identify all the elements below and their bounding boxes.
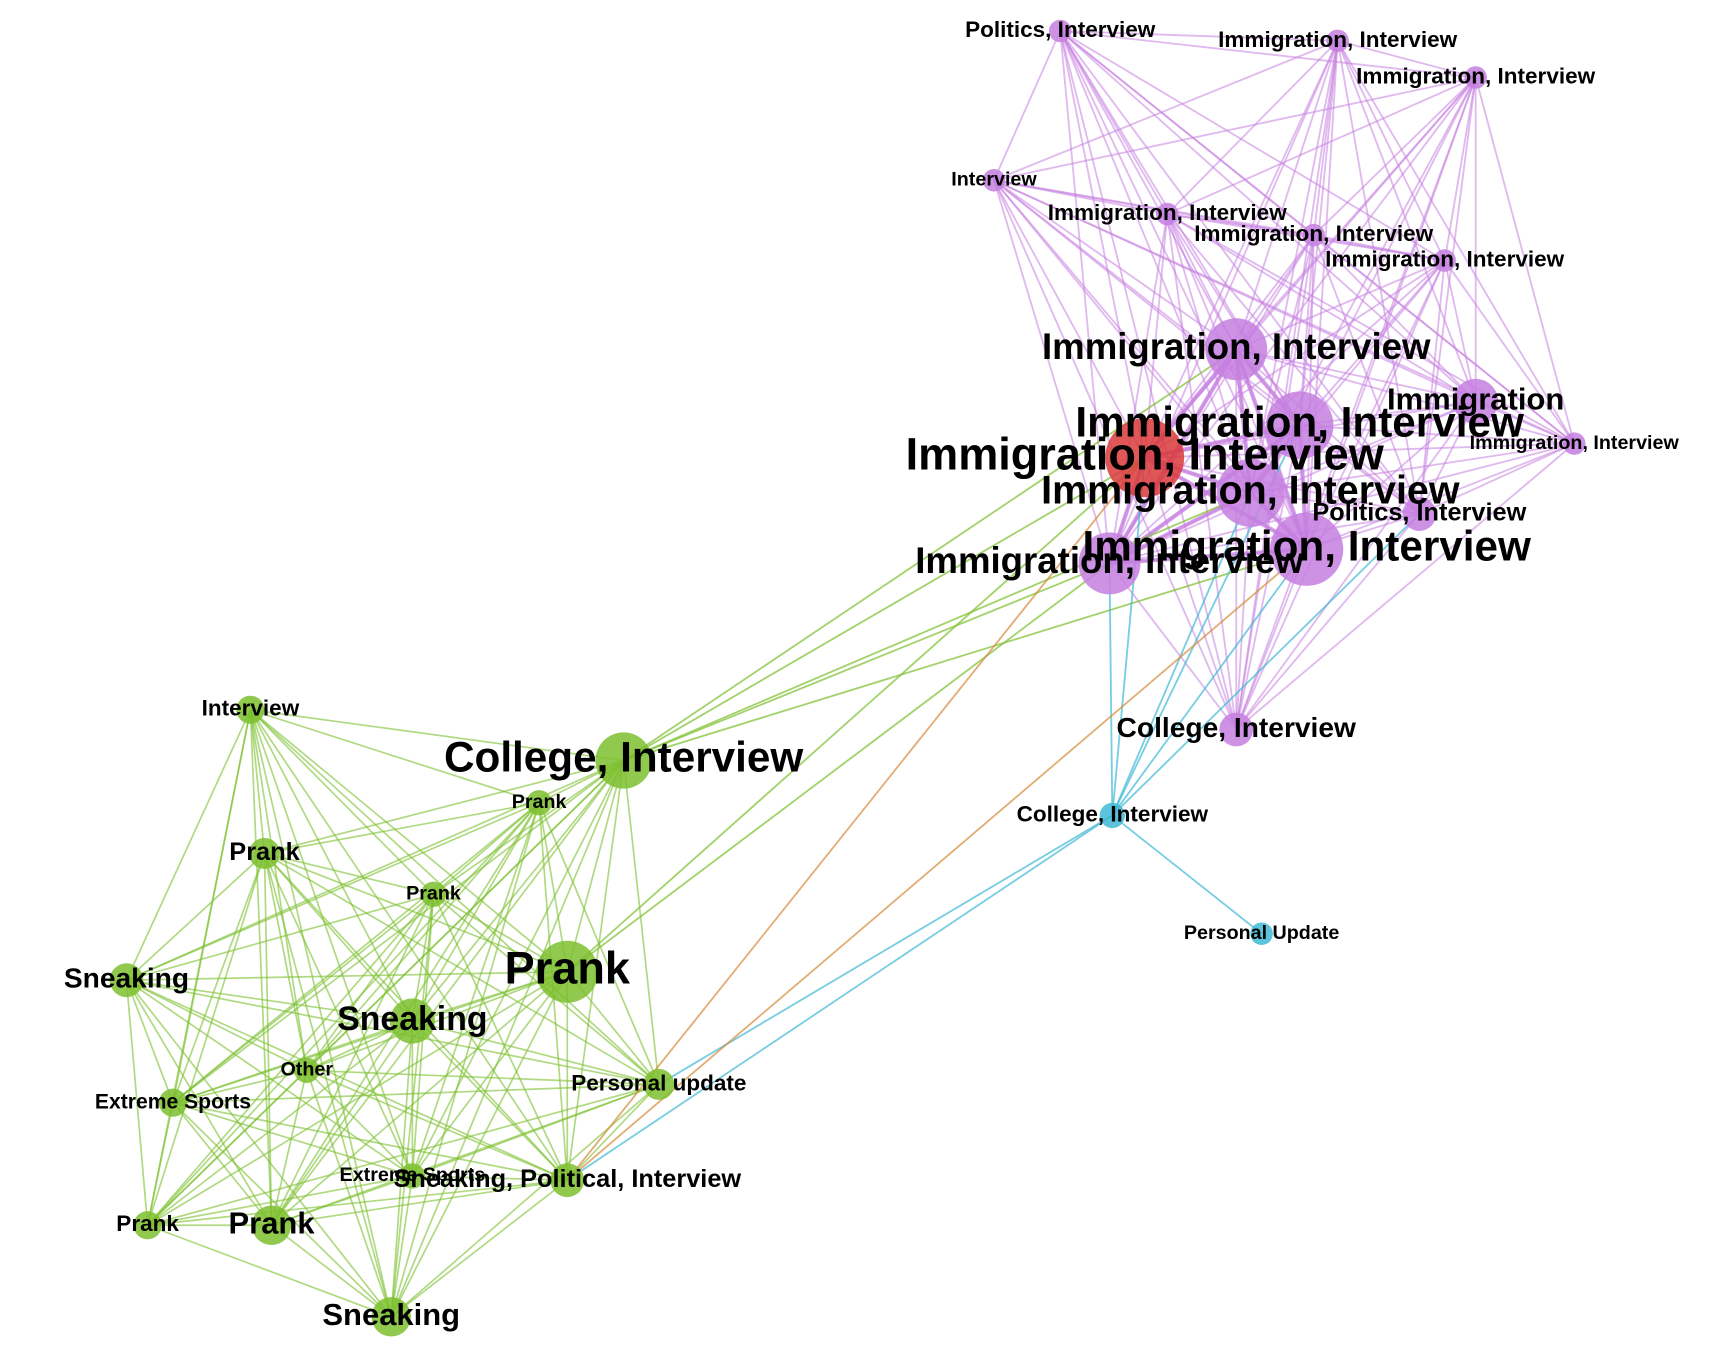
- graph-node[interactable]: [1326, 30, 1349, 53]
- edge: [391, 1180, 567, 1317]
- network-graph[interactable]: Politics, InterviewImmigration, Intervie…: [0, 0, 1712, 1352]
- graph-node[interactable]: [1079, 532, 1141, 594]
- graph-node[interactable]: [236, 696, 264, 724]
- graph-node[interactable]: [1049, 20, 1072, 43]
- edges-layer: [126, 31, 1574, 1317]
- edge: [173, 1103, 567, 1180]
- graph-node[interactable]: [1266, 392, 1334, 460]
- edge: [307, 1070, 568, 1180]
- edge: [148, 1103, 173, 1226]
- edge: [250, 710, 539, 803]
- graph-node[interactable]: [1563, 432, 1586, 455]
- edge: [265, 853, 307, 1070]
- graph-node[interactable]: [1217, 459, 1285, 527]
- edge: [265, 803, 540, 854]
- edge: [250, 710, 623, 761]
- edge: [148, 894, 434, 1225]
- graph-node[interactable]: [1205, 318, 1267, 380]
- edge: [250, 710, 412, 1176]
- edge: [1300, 425, 1575, 443]
- graph-node[interactable]: [159, 1089, 187, 1117]
- edge: [1110, 563, 1113, 815]
- edge: [412, 1021, 567, 1180]
- edge: [567, 1084, 659, 1180]
- edge: [126, 972, 567, 980]
- graph-node[interactable]: [536, 941, 598, 1003]
- graph-node[interactable]: [1250, 922, 1273, 945]
- edge: [994, 180, 1145, 457]
- graph-node[interactable]: [983, 169, 1006, 192]
- edge: [567, 458, 1144, 972]
- edge: [624, 458, 1145, 761]
- graph-node[interactable]: [1219, 713, 1253, 747]
- graph-node[interactable]: [400, 1163, 425, 1188]
- graph-node[interactable]: [1105, 418, 1184, 497]
- graph-node[interactable]: [249, 838, 280, 869]
- graph-node[interactable]: [1270, 513, 1343, 586]
- edge: [250, 710, 433, 894]
- edge: [624, 761, 659, 1085]
- edge: [173, 1103, 272, 1226]
- graph-node[interactable]: [1156, 203, 1179, 226]
- graph-node[interactable]: [1302, 224, 1325, 247]
- edge: [173, 1084, 659, 1102]
- edge: [624, 493, 1251, 761]
- edge: [1112, 815, 1261, 933]
- labels-layer: Politics, InterviewImmigration, Intervie…: [64, 17, 1680, 1332]
- graph-node[interactable]: [1402, 497, 1436, 531]
- edge: [1167, 77, 1475, 214]
- graph-node[interactable]: [252, 1206, 291, 1245]
- graph-node[interactable]: [550, 1163, 584, 1197]
- edge: [173, 1021, 412, 1103]
- edge: [1419, 261, 1444, 515]
- edge: [265, 853, 272, 1225]
- graph-node[interactable]: [294, 1058, 319, 1083]
- graph-node[interactable]: [1453, 379, 1498, 424]
- graph-node[interactable]: [1100, 803, 1125, 828]
- edge: [412, 1176, 567, 1180]
- edge: [1338, 41, 1476, 78]
- graph-node[interactable]: [643, 1069, 674, 1100]
- graph-node[interactable]: [390, 999, 435, 1044]
- edge: [567, 761, 623, 972]
- graph-node[interactable]: [1464, 66, 1487, 89]
- graph-node[interactable]: [421, 882, 446, 907]
- graph-node[interactable]: [110, 963, 144, 997]
- edge: [126, 980, 147, 1225]
- graph-node[interactable]: [1433, 249, 1456, 272]
- graph-node[interactable]: [595, 732, 651, 788]
- edge: [567, 549, 1306, 1180]
- edge: [1167, 41, 1337, 214]
- graph-node[interactable]: [372, 1297, 411, 1336]
- edge: [1419, 444, 1574, 514]
- graph-node[interactable]: [134, 1211, 162, 1239]
- edge: [126, 710, 250, 980]
- edge: [1314, 77, 1476, 235]
- graph-node[interactable]: [526, 790, 551, 815]
